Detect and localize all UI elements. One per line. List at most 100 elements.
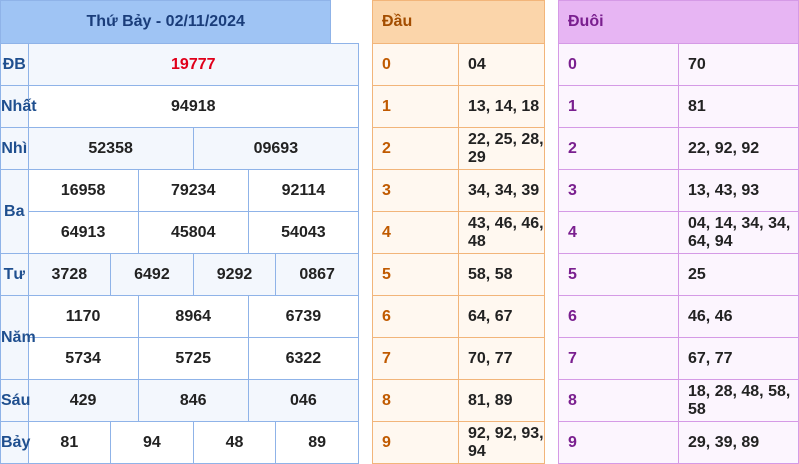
dau-digit: 7 bbox=[372, 337, 459, 380]
prize-nam-6: 6322 bbox=[247, 337, 360, 380]
dau-row: 7 70, 77 bbox=[372, 337, 545, 380]
label-bay: Bảy bbox=[0, 421, 30, 464]
dau-table: Đầu 0 04 1 13, 14, 18 2 22, 25, 28, 29 3 34, 34… bbox=[372, 0, 545, 464]
dau-digit: 2 bbox=[372, 127, 459, 170]
prize-tu-1: 3728 bbox=[27, 253, 112, 296]
dau-row: 3 34, 34, 39 bbox=[372, 169, 545, 212]
duoi-values: 46, 46 bbox=[678, 295, 799, 338]
duoi-values: 22, 92, 92 bbox=[678, 127, 799, 170]
duoi-row: 5 25 bbox=[558, 253, 799, 296]
dau-values: 43, 46, 46, 48 bbox=[458, 211, 545, 254]
dau-values: 58, 58 bbox=[458, 253, 545, 296]
label-db: ĐB bbox=[0, 43, 29, 86]
duoi-row: 1 81 bbox=[558, 85, 799, 128]
dau-row: 9 92, 92, 93, 94 bbox=[372, 421, 545, 464]
dau-digit: 5 bbox=[372, 253, 459, 296]
dau-digit: 1 bbox=[372, 85, 459, 128]
dau-values: 81, 89 bbox=[458, 379, 545, 422]
duoi-row: 6 46, 46 bbox=[558, 295, 799, 338]
label-sau: Sáu bbox=[0, 379, 30, 422]
duoi-digit: 9 bbox=[558, 421, 679, 464]
dau-values: 64, 67 bbox=[458, 295, 545, 338]
dau-digit: 0 bbox=[372, 43, 459, 86]
prize-bay-3: 48 bbox=[192, 421, 277, 464]
prize-sau-2: 846 bbox=[137, 379, 249, 422]
label-tu: Tư bbox=[0, 253, 29, 296]
duoi-digit: 5 bbox=[558, 253, 679, 296]
duoi-digit: 4 bbox=[558, 211, 679, 254]
dau-row: 8 81, 89 bbox=[372, 379, 545, 422]
prize-ba-3: 92114 bbox=[247, 169, 360, 212]
row-bay: Bảy 81 94 48 89 bbox=[0, 421, 359, 464]
duoi-row: 8 18, 28, 48, 58, 58 bbox=[558, 379, 799, 422]
duoi-row: 4 04, 14, 34, 34, 64, 94 bbox=[558, 211, 799, 254]
duoi-digit: 2 bbox=[558, 127, 679, 170]
prize-nam-5: 5725 bbox=[137, 337, 249, 380]
prize-ba-4: 64913 bbox=[27, 211, 139, 254]
duoi-values: 04, 14, 34, 34, 64, 94 bbox=[678, 211, 799, 254]
dau-values: 22, 25, 28, 29 bbox=[458, 127, 545, 170]
duoi-digit: 8 bbox=[558, 379, 679, 422]
duoi-digit: 1 bbox=[558, 85, 679, 128]
label-nhat: Nhất bbox=[0, 85, 37, 128]
row-nam-2: 5734 5725 6322 bbox=[1, 337, 360, 380]
dau-values: 13, 14, 18 bbox=[458, 85, 545, 128]
prize-db: 19777 bbox=[27, 43, 360, 86]
duoi-digit: 3 bbox=[558, 169, 679, 212]
duoi-header: Đuôi bbox=[558, 0, 799, 44]
row-tu: Tư 3728 6492 9292 0867 bbox=[0, 253, 359, 296]
prize-nam-3: 6739 bbox=[247, 295, 360, 338]
dau-digit: 3 bbox=[372, 169, 459, 212]
label-ba: Ba bbox=[0, 169, 29, 254]
prize-tu-2: 6492 bbox=[110, 253, 194, 296]
dau-row: 2 22, 25, 28, 29 bbox=[372, 127, 545, 170]
prize-nam-1: 1170 bbox=[27, 295, 139, 338]
duoi-values: 70 bbox=[678, 43, 799, 86]
prize-nam-4: 5734 bbox=[27, 337, 139, 380]
prize-bay-2: 94 bbox=[110, 421, 194, 464]
prize-ba-6: 54043 bbox=[247, 211, 360, 254]
duoi-values: 18, 28, 48, 58, 58 bbox=[678, 379, 799, 422]
dau-digit: 8 bbox=[372, 379, 459, 422]
label-nhi: Nhì bbox=[0, 127, 29, 170]
row-ba-2: 64913 45804 54043 bbox=[1, 211, 360, 254]
prize-bay-4: 89 bbox=[275, 421, 359, 464]
prize-nam-2: 8964 bbox=[137, 295, 249, 338]
results-table: Thứ Bảy - 02/11/2024 ĐB 19777 Nhất 94918… bbox=[0, 0, 360, 464]
row-nhat: Nhất 94918 bbox=[0, 85, 360, 128]
prize-ba-2: 79234 bbox=[137, 169, 249, 212]
row-sau: Sáu 429 846 046 bbox=[0, 379, 360, 422]
dau-values: 04 bbox=[458, 43, 545, 86]
dau-row: 6 64, 67 bbox=[372, 295, 545, 338]
row-nhi: Nhì 52358 09693 bbox=[0, 127, 360, 170]
dau-row: 5 58, 58 bbox=[372, 253, 545, 296]
prize-bay-1: 81 bbox=[27, 421, 112, 464]
dau-header: Đầu bbox=[372, 0, 545, 44]
prize-nhat: 94918 bbox=[27, 85, 360, 128]
prize-tu-3: 9292 bbox=[192, 253, 277, 296]
dau-row: 1 13, 14, 18 bbox=[372, 85, 545, 128]
row-nam-1: Năm 1170 8964 6739 bbox=[0, 295, 360, 380]
prize-ba-1: 16958 bbox=[27, 169, 139, 212]
row-ba-1: Ba 16958 79234 92114 bbox=[0, 169, 360, 254]
prize-ba-5: 45804 bbox=[137, 211, 249, 254]
label-nam: Năm bbox=[0, 295, 36, 380]
dau-digit: 6 bbox=[372, 295, 459, 338]
prize-sau-1: 429 bbox=[27, 379, 139, 422]
duoi-values: 29, 39, 89 bbox=[678, 421, 799, 464]
duoi-table: Đuôi 0 70 1 81 2 22, 92, 92 3 13, 43, 93 4 04, 14… bbox=[558, 0, 799, 464]
prize-nhi-1: 52358 bbox=[27, 127, 194, 170]
dau-values: 70, 77 bbox=[458, 337, 545, 380]
dau-values: 34, 34, 39 bbox=[458, 169, 545, 212]
duoi-values: 81 bbox=[678, 85, 799, 128]
duoi-digit: 0 bbox=[558, 43, 679, 86]
dau-row: 4 43, 46, 46, 48 bbox=[372, 211, 545, 254]
prize-sau-3: 046 bbox=[247, 379, 360, 422]
duoi-row: 2 22, 92, 92 bbox=[558, 127, 799, 170]
dau-row: 0 04 bbox=[372, 43, 545, 86]
duoi-values: 67, 77 bbox=[678, 337, 799, 380]
dau-values: 92, 92, 93, 94 bbox=[458, 421, 545, 464]
prize-nhi-2: 09693 bbox=[192, 127, 360, 170]
duoi-row: 3 13, 43, 93 bbox=[558, 169, 799, 212]
duoi-digit: 7 bbox=[558, 337, 679, 380]
